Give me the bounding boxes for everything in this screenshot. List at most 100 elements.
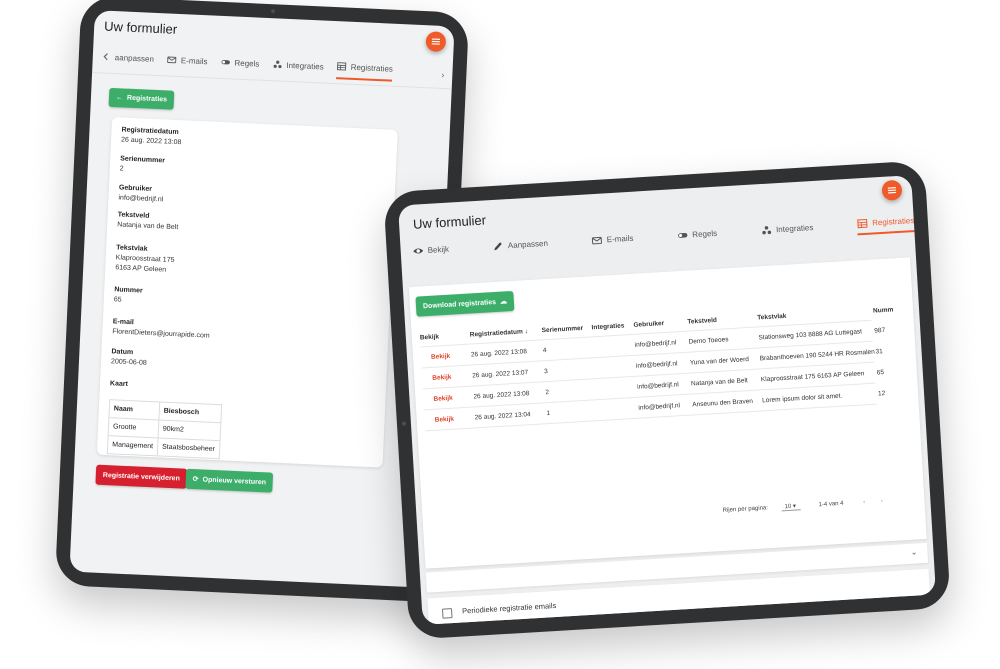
cell-date: 26 aug. 2022 13:07 [472,369,529,380]
select-value: 10 [784,503,792,511]
tab-label: aanpassen [114,52,155,64]
integrations-icon [273,60,282,69]
refresh-icon: ⟳ [192,476,199,484]
cloud-download-icon: ☁ [499,298,508,306]
camera [270,9,276,14]
column-header: Tekstvlak [757,312,787,322]
prev-page-icon[interactable]: ‹ [863,499,865,505]
bekijk-link[interactable]: Bekijk [432,374,452,382]
screen: Uw formulier Bekijk Aanpassen E-mails Re… [397,175,937,625]
rows-per-page-label: Rijen per pagina: [722,505,769,514]
tab-emails[interactable]: E-mails [591,232,634,249]
cell-user: info@bedrijf.nl [636,381,679,391]
tab-emails[interactable]: E-mails [166,54,208,72]
cell-area: Brabanthoeven 190 5244 HR Rosmalen [759,348,876,363]
tab-registraties[interactable]: Registraties [336,61,394,82]
bekijk-link[interactable]: Bekijk [431,353,451,361]
tab-label: Integraties [775,222,814,234]
periodic-emails-label: Periodieke registratie emails [461,600,557,616]
cell-number: 12 [877,390,886,398]
field-kaart: Kaart [110,379,128,390]
column-header: Serienummer [541,324,584,335]
button-label: Registratie verwijderen [102,471,180,482]
toggle-icon [221,60,230,65]
tab-integraties[interactable]: Integraties [272,59,324,77]
menu-icon [887,187,897,194]
kaart-table: Naam Biesbosch Grootte 90km2 Management … [107,399,222,459]
tab-label: E-mails [180,55,208,66]
registration-card: Registratiedatum 26 aug. 2022 13:08 Seri… [96,117,398,468]
chevron-down-icon: ▾ [792,503,797,510]
column-header: Tekstveld [687,316,718,326]
tab-regels[interactable]: Regels [677,227,718,244]
chevron-down-icon: ⌄ [910,547,918,557]
field-registratiedatum: Registratiedatum 26 aug. 2022 13:08 [121,125,182,148]
table-row: Management Staatsbosbeheer [107,435,220,459]
chevron-right-icon[interactable]: › [441,70,444,80]
delete-registration-button[interactable]: Registratie verwijderen [95,464,188,489]
cell-user: info@bedrijf.nl [638,402,681,412]
cell-number: 65 [876,369,885,377]
integrations-icon [762,225,772,234]
periodic-emails-checkbox[interactable] [441,608,453,619]
back-to-registraties-button[interactable]: ← Registraties [108,87,175,110]
registrations-panel: Download registraties ☁ Bekijk Registrat… [408,257,927,569]
table-icon [337,62,347,71]
toggle-icon [678,232,688,238]
tab-bekijk[interactable]: Bekijk [412,243,449,260]
tab-aanpassen[interactable]: Aanpassen [493,237,549,255]
menu-button[interactable] [425,31,447,53]
page-range: 1-4 van 4 [818,500,844,509]
cell-serial: 1 [546,409,551,418]
tab-label: Bekijk [427,244,450,255]
field-nummer: Nummer 65 [114,285,143,306]
mail-icon [592,236,603,244]
tab-label: Aanpassen [507,238,549,250]
download-registraties-button[interactable]: Download registraties ☁ [415,290,515,317]
eye-icon [413,248,424,253]
tablet-registrations-list: Uw formulier Bekijk Aanpassen E-mails Re… [383,160,951,640]
bekijk-link[interactable]: Bekijk [433,395,453,403]
field-value: 26 aug. 2022 13:08 [120,136,182,147]
rows-per-page-select[interactable]: 10 ▾ [781,503,801,512]
field-value: 2005-06-08 [110,358,147,367]
resend-button[interactable]: ⟳ Opnieuw versturen [185,468,274,493]
field-datum: Datum 2005-06-08 [111,347,148,369]
next-page-icon[interactable]: › [881,498,883,504]
field-value: 2 [119,165,124,173]
chevron-left-icon [103,53,108,61]
cell-number: 987 [874,326,886,335]
cell-text: Demo Toeoes [688,336,729,346]
tab-aanpassen[interactable]: aanpassen [100,51,154,69]
pencil-icon [494,241,503,250]
field-tekstveld: Tekstveld Natanja van de Belt [117,210,179,233]
column-header: Numm [872,306,894,315]
table-cell: Grootte [108,417,159,438]
cell-user: info@bedrijf.nl [635,360,678,370]
cell-date: 26 aug. 2022 13:04 [474,411,531,422]
table-cell: Staatsbosbeheer [157,437,220,459]
cell-number: 31 [875,348,883,356]
cell-area: Lorem ipsum dolor sit amet. [762,392,843,405]
field-value: info@bedrijf.nl [118,194,164,204]
cell-serial: 4 [542,347,547,355]
camera [401,421,407,426]
cell-text: Natanja van de Belt [690,377,748,388]
table-cell: Naam [108,399,160,420]
cell-user: info@bedrijf.nl [634,339,677,349]
tab-integraties[interactable]: Integraties [761,222,814,240]
button-label: Opnieuw versturen [202,475,267,486]
menu-button[interactable] [881,179,903,201]
button-label: Download registraties [422,298,497,310]
column-header: Bekijk [419,333,440,342]
tab-label: E-mails [606,233,634,244]
field-serienummer: Serienummer 2 [120,154,166,176]
tab-registraties[interactable]: Registraties [856,214,916,235]
bekijk-link[interactable]: Bekijk [435,416,455,424]
tab-label: Registraties [871,215,915,228]
column-header: Integraties [591,322,625,332]
column-header-sortable[interactable]: Registratiedatum ↓ [470,328,528,338]
cell-date: 26 aug. 2022 13:08 [470,348,528,359]
tab-regels[interactable]: Regels [220,57,260,75]
field-tekstvlak: Tekstvlak Klaproosstraat 175 6163 AP Gel… [115,243,175,276]
